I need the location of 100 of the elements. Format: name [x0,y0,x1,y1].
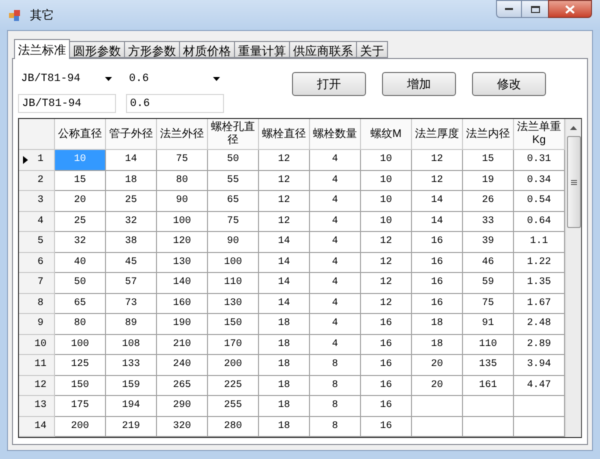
maximize-button[interactable] [522,0,548,18]
table-cell: 18 [412,334,463,355]
table-cell: 10 [361,150,412,170]
row-header[interactable]: 9 [19,314,55,334]
table-cell: 80 [157,170,208,191]
table-cell: 135 [463,355,514,376]
table-cell: 4 [310,273,361,294]
column-header[interactable]: 法兰外径 [157,119,208,150]
text-field[interactable]: JB/T81-94 [18,94,116,113]
table-cell: 55 [208,170,259,191]
column-header[interactable]: 螺栓数量 [310,119,361,150]
table-cell: 16 [412,273,463,294]
table-cell: 3.94 [514,355,565,376]
row-header[interactable]: 1 [19,150,55,170]
table-cell: 10 [55,150,106,170]
row-header[interactable]: 12 [19,376,55,396]
row-header[interactable]: 5 [19,232,55,252]
table-cell: 57 [106,273,157,294]
action-button[interactable]: 打开 [292,72,366,96]
table-cell: 18 [259,396,310,416]
table-cell: 73 [106,294,157,314]
table-cell: 120 [157,232,208,252]
table-cell: 50 [208,150,259,170]
table-cell: 16 [412,252,463,273]
column-header[interactable]: 螺纹M [361,119,412,150]
column-header[interactable]: 管子外径 [106,119,157,150]
column-header[interactable]: 螺栓直径 [259,119,310,150]
tab[interactable]: 法兰标准 [14,39,70,59]
row-header[interactable]: 6 [19,252,55,273]
table-cell: 4 [310,232,361,252]
column-header[interactable]: 螺栓孔直径 [208,119,259,150]
close-button[interactable] [548,0,592,18]
tab[interactable]: 圆形参数 [70,41,125,58]
table-cell: 4 [310,314,361,334]
row-header[interactable]: 11 [19,355,55,376]
row-header[interactable]: 4 [19,212,55,232]
table-cell: 15 [463,150,514,170]
table-cell: 12 [361,232,412,252]
tab[interactable]: 重量计算 [235,41,290,58]
table-cell: 4 [310,294,361,314]
tab[interactable]: 材质价格 [180,41,235,58]
table-cell: 14 [412,212,463,232]
table-cell: 8 [310,396,361,416]
table-cell: 20 [55,191,106,212]
table-cell: 194 [106,396,157,416]
table-cell: 80 [55,314,106,334]
scroll-up-icon [570,126,577,130]
table-cell: 39 [463,232,514,252]
tab[interactable]: 方形参数 [125,41,180,58]
row-header[interactable]: 2 [19,170,55,191]
minimize-button[interactable] [496,0,522,18]
table-cell [412,416,463,437]
column-header[interactable]: 法兰厚度 [412,119,463,150]
row-pointer-icon [22,156,28,164]
action-button[interactable]: 增加 [382,72,456,96]
column-header[interactable]: 公称直径 [55,119,106,150]
row-header[interactable]: 14 [19,416,55,437]
table-cell: 161 [463,376,514,396]
table-cell: 320 [157,416,208,437]
tab[interactable]: 关于 [357,41,388,58]
table-cell: 12 [361,294,412,314]
table-cell: 14 [412,191,463,212]
action-button[interactable]: 修改 [472,72,546,96]
table-cell: 255 [208,396,259,416]
table-cell: 12 [412,170,463,191]
table-cell: 12 [361,252,412,273]
table-cell: 90 [208,232,259,252]
table-cell: 12 [259,212,310,232]
table-cell: 130 [208,294,259,314]
row-header[interactable]: 8 [19,294,55,314]
table-cell: 75 [208,212,259,232]
table-cell: 75 [157,150,208,170]
table-cell: 175 [55,396,106,416]
table-cell [514,396,565,416]
table-cell: 0.34 [514,170,565,191]
column-header[interactable]: 法兰内径 [463,119,514,150]
row-header[interactable]: 10 [19,334,55,355]
table-cell: 65 [55,294,106,314]
table-cell: 18 [259,334,310,355]
table-cell: 0.64 [514,212,565,232]
table-cell: 14 [259,273,310,294]
tab[interactable]: 供应商联系 [290,41,357,58]
table-cell: 225 [208,376,259,396]
text-field[interactable]: 0.6 [126,94,224,113]
scrollbar[interactable] [565,119,581,437]
table-cell: 219 [106,416,157,437]
column-header[interactable]: 法兰单重Kg [514,119,565,150]
table-cell: 18 [106,170,157,191]
row-header[interactable]: 3 [19,191,55,212]
table-cell: 38 [106,232,157,252]
table-cell: 190 [157,314,208,334]
table-cell: 4 [310,212,361,232]
table-cell: 12 [412,150,463,170]
row-header[interactable]: 7 [19,273,55,294]
scrollbar-thumb[interactable] [566,136,580,228]
table-cell: 10 [361,170,412,191]
row-header[interactable]: 13 [19,396,55,416]
table-cell: 4 [310,191,361,212]
table-cell: 16 [361,416,412,437]
table-cell: 18 [259,314,310,334]
